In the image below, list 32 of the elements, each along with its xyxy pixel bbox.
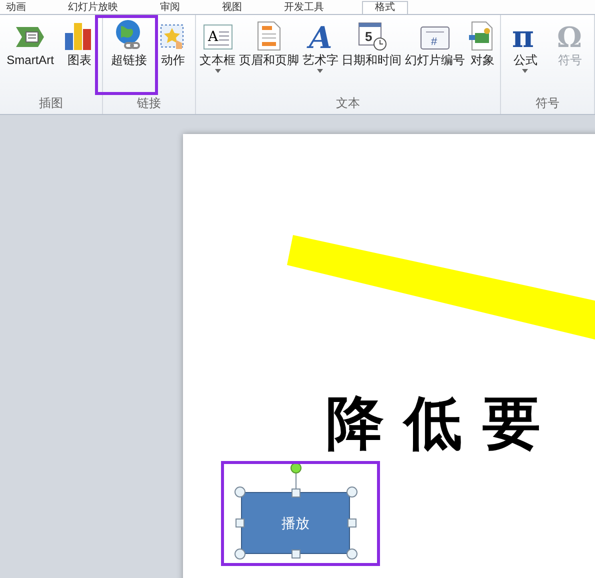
slide-number-icon: # [420,25,450,51]
slide-title: 降 低 要 [326,392,540,454]
ribbon-tab[interactable]: 格式 [362,1,408,14]
caret-icon [214,69,221,73]
ribbon-button[interactable]: 图表 [63,19,96,67]
ribbon-button[interactable]: π 公式 [510,19,540,73]
play-shape[interactable]: 播放 [241,492,350,554]
ribbon-button[interactable]: SmartArt [6,19,54,67]
group-label: 链接 [136,96,162,112]
caret-icon [317,69,324,73]
ribbon-tab[interactable]: 审阅 [156,2,184,14]
group-label: 插图 [38,96,64,112]
ribbon-button[interactable]: 动作 [159,19,187,67]
caret-icon [522,69,528,73]
group-label: 文本 [335,96,361,112]
wordart-icon: A [306,21,334,51]
ribbon-tab[interactable]: 幻灯片放映 [64,2,122,14]
document-icon [256,21,282,51]
ribbon-button[interactable]: A 文本框 [200,19,236,73]
ribbon-button[interactable]: 超链接 [111,19,147,67]
text-box-icon: A [202,23,233,51]
omega-icon: Ω [554,21,585,51]
ribbon-button[interactable]: A 艺术字 [302,19,338,73]
ribbon-tab[interactable]: 动画 [2,2,30,14]
ribbon-button[interactable]: 对象 [468,19,496,67]
ribbon-button[interactable]: # 幻灯片编号 [404,19,465,67]
pi-icon: π [510,21,540,51]
ribbon-tab[interactable]: 视图 [218,2,246,14]
group-label: 符号 [534,96,560,112]
ribbon-button[interactable]: 5 日期和时间 [342,19,402,67]
ribbon-button[interactable]: 页眉和页脚 [238,19,299,67]
ribbon-tab[interactable]: 开发工具 [280,2,328,14]
